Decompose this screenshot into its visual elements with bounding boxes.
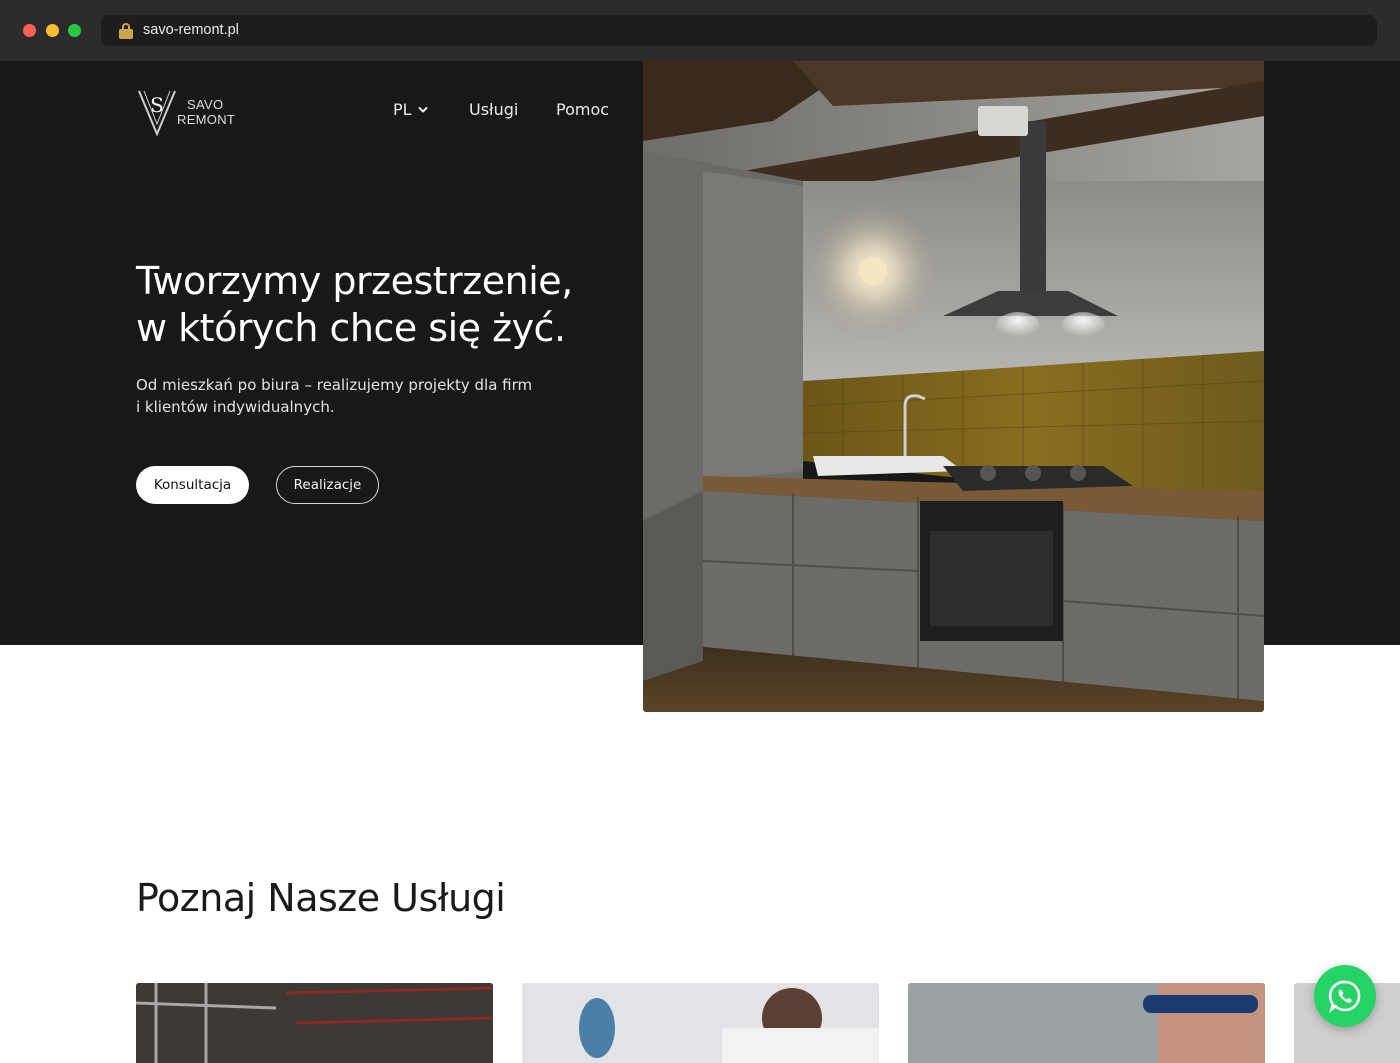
service-card-image: [522, 983, 879, 1063]
hero-title: Tworzymy przestrzenie, w których chce si…: [136, 258, 636, 352]
hero-title-line1: Tworzymy przestrzenie,: [136, 259, 573, 303]
logo-monogram-letter: S: [150, 93, 164, 117]
nav-link-help[interactable]: Pomoc: [556, 100, 609, 119]
language-selector[interactable]: PL: [393, 100, 428, 119]
lock-icon: [119, 23, 133, 39]
window-close-button[interactable]: [23, 24, 36, 37]
logo-line1: SAVO: [187, 97, 224, 112]
service-card[interactable]: [522, 983, 879, 1063]
service-card-image: [136, 983, 493, 1063]
logo-wordmark: SAVO REMONT: [177, 97, 235, 127]
hero-title-line2: w których chce się żyć.: [136, 306, 566, 350]
chevron-down-icon: [418, 106, 428, 112]
services-section-title: Poznaj Nasze Usługi: [136, 876, 506, 920]
consultation-button[interactable]: Konsultacja: [136, 466, 249, 504]
window-minimize-button[interactable]: [46, 24, 59, 37]
whatsapp-icon: [1328, 980, 1361, 1014]
language-label: PL: [393, 100, 412, 119]
realizations-button[interactable]: Realizacje: [276, 466, 379, 504]
browser-chrome: savo-remont.pl: [0, 0, 1400, 61]
nav-link-services[interactable]: Usługi: [469, 100, 518, 119]
service-card[interactable]: [136, 983, 493, 1063]
address-bar[interactable]: savo-remont.pl: [101, 15, 1377, 46]
hero-subtitle: Od mieszkań po biura – realizujemy proje…: [136, 376, 533, 416]
url-text[interactable]: savo-remont.pl: [143, 22, 239, 38]
whatsapp-button[interactable]: [1314, 965, 1376, 1027]
logo-monogram-icon: S: [138, 90, 176, 137]
service-card-image: [908, 983, 1265, 1063]
hero-kitchen-image: [643, 61, 1264, 712]
site-logo[interactable]: S SAVO REMONT: [137, 88, 237, 137]
service-card[interactable]: [908, 983, 1265, 1063]
logo-line2: REMONT: [177, 112, 236, 127]
window-maximize-button[interactable]: [68, 24, 81, 37]
